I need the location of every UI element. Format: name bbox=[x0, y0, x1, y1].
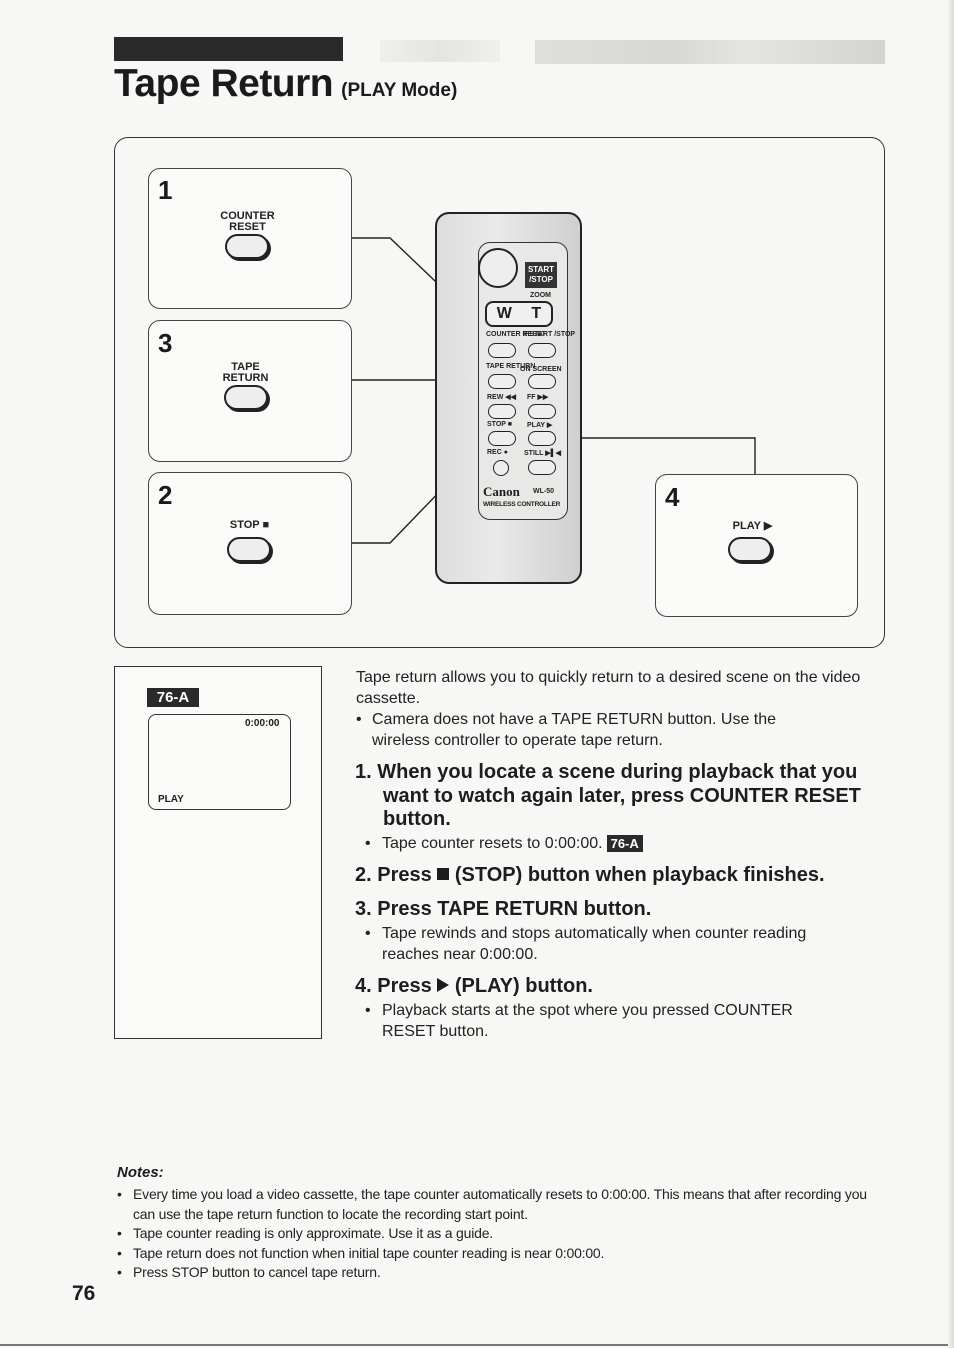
notes-list: Every time you load a video cassette, th… bbox=[117, 1185, 877, 1283]
remote-model: WL-50 bbox=[533, 488, 554, 495]
step-2-suffix: (STOP) button when playback finishes. bbox=[454, 864, 825, 886]
remote-zoom-label: ZOOM bbox=[530, 292, 551, 299]
step-2-prefix: 2. Press bbox=[355, 864, 432, 886]
button-label: PLAY ▶ bbox=[732, 520, 773, 532]
button-label-line: RESET bbox=[229, 221, 266, 233]
bullet-text: Tape rewinds and stops automatically whe… bbox=[382, 925, 807, 963]
counter-reset-button[interactable] bbox=[225, 234, 269, 259]
screen-mode: PLAY bbox=[158, 794, 184, 805]
step-4-suffix: (PLAY) button. bbox=[454, 975, 593, 997]
step-1-bullet: • Tape counter resets to 0:00:00. 76-A bbox=[365, 833, 865, 854]
note-item: Press STOP button to cancel tape return. bbox=[117, 1263, 877, 1283]
bullet-text: Playback starts at the spot where you pr… bbox=[382, 1002, 793, 1040]
button-label: TAPE RETURN bbox=[208, 362, 283, 384]
remote-on-screen-button[interactable] bbox=[528, 374, 556, 389]
remote-fstart-stop-button[interactable] bbox=[528, 343, 556, 358]
button-label: STOP ■ bbox=[229, 519, 270, 531]
stop-square-icon bbox=[437, 868, 450, 880]
stop-button[interactable] bbox=[227, 537, 271, 562]
button-label: COUNTER RESET bbox=[210, 211, 285, 233]
remote-label: REC ● bbox=[487, 449, 508, 456]
intro-bullet: • Camera does not have a TAPE RETURN but… bbox=[356, 709, 836, 751]
remote-stop-button[interactable] bbox=[488, 431, 516, 446]
button-label-line: RETURN bbox=[222, 372, 269, 384]
note-item: Tape return does not function when initi… bbox=[117, 1244, 877, 1264]
step-number: 4 bbox=[665, 482, 680, 512]
play-triangle-icon bbox=[437, 978, 450, 992]
tape-return-button[interactable] bbox=[224, 385, 268, 410]
step-number: 1 bbox=[158, 175, 173, 205]
screen-counter: 0:00:00 bbox=[245, 718, 280, 729]
step-number: 2 bbox=[158, 480, 173, 510]
step-1-heading: 1. When you locate a scene during playba… bbox=[355, 761, 861, 830]
figure-badge-ref: 76-A bbox=[606, 835, 643, 852]
zoom-t-button[interactable]: T bbox=[531, 305, 541, 323]
step-4-heading: 4. Press (PLAY) button. bbox=[355, 975, 875, 999]
remote-rec-button[interactable] bbox=[493, 460, 509, 476]
bullet-dot: • bbox=[356, 711, 362, 728]
bullet-text: Camera does not have a TAPE RETURN butto… bbox=[372, 711, 777, 749]
remote-label: PLAY ▶ bbox=[527, 422, 553, 429]
step-4-bullet: • Playback starts at the spot where you … bbox=[365, 1000, 845, 1042]
remote-start-stop-button[interactable]: START /STOP bbox=[525, 262, 557, 288]
page-right-edge bbox=[948, 0, 954, 1348]
remote-label: F.START /STOP bbox=[524, 331, 576, 338]
remote-label: FF ▶▶ bbox=[527, 394, 549, 401]
remote-rew-button[interactable] bbox=[488, 404, 516, 419]
remote-tape-return-button[interactable] bbox=[488, 374, 516, 389]
play-button[interactable] bbox=[728, 537, 772, 562]
remote-round-button[interactable] bbox=[478, 248, 518, 288]
step-2-heading: 2. Press (STOP) button when playback fin… bbox=[355, 864, 875, 888]
intro-paragraph: Tape return allows you to quickly return… bbox=[356, 669, 861, 707]
remote-play-button[interactable] bbox=[528, 431, 556, 446]
page-bottom-edge bbox=[0, 1344, 954, 1346]
bullet-dot: • bbox=[365, 1002, 371, 1019]
notes-title: Notes: bbox=[117, 1164, 164, 1181]
step-3-bullet: • Tape rewinds and stops automatically w… bbox=[365, 923, 865, 965]
remote-label: STILL ▶▌◀ bbox=[524, 450, 561, 457]
remote-product-name: WIRELESS CONTROLLER bbox=[483, 501, 561, 508]
note-item: Tape counter reading is only approximate… bbox=[117, 1224, 877, 1244]
remote-label: STOP ■ bbox=[487, 421, 512, 428]
bullet-text: Tape counter resets to 0:00:00. bbox=[382, 835, 603, 852]
remote-zoom-rocker[interactable]: W T bbox=[485, 301, 553, 327]
step-3-heading: 3. Press TAPE RETURN button. bbox=[355, 898, 652, 920]
bullet-dot: • bbox=[365, 925, 371, 942]
remote-ff-button[interactable] bbox=[528, 404, 556, 419]
figure-badge: 76-A bbox=[147, 688, 199, 707]
remote-label: REW ◀◀ bbox=[487, 394, 517, 401]
brand-logo: Canon bbox=[483, 484, 520, 499]
zoom-w-button[interactable]: W bbox=[497, 305, 512, 323]
remote-label: ON SCREEN bbox=[520, 366, 562, 373]
bullet-dot: • bbox=[365, 835, 371, 852]
step-4-prefix: 4. Press bbox=[355, 975, 432, 997]
remote-still-button[interactable] bbox=[528, 460, 556, 475]
step-number: 3 bbox=[158, 328, 173, 358]
page-number: 76 bbox=[72, 1282, 96, 1305]
note-item: Every time you load a video cassette, th… bbox=[117, 1185, 877, 1224]
remote-counter-reset-button[interactable] bbox=[488, 343, 516, 358]
